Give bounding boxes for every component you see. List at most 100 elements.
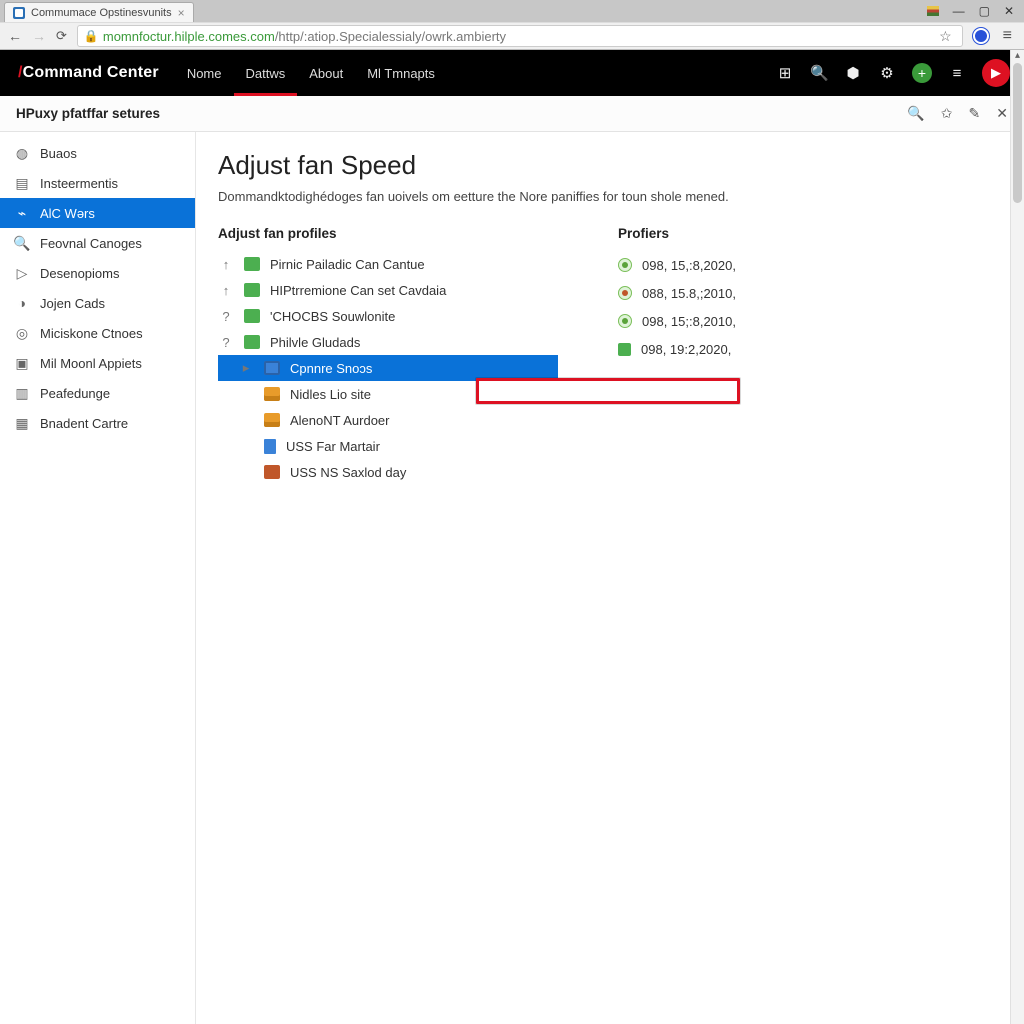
- lock-icon: 🔒: [84, 29, 99, 43]
- profile-row[interactable]: ? 'CHOCBS Souwlonite: [218, 303, 558, 329]
- sidebar-item[interactable]: ▤Insteermentis: [0, 168, 195, 198]
- search-icon[interactable]: 🔍: [810, 64, 828, 82]
- profile-label: 'CHOCBS Souwlonite: [270, 309, 395, 324]
- gear-icon[interactable]: ⚙: [878, 64, 896, 82]
- bookmark-star-icon[interactable]: ☆: [935, 28, 956, 45]
- status-dot-icon: [618, 314, 632, 328]
- grid-icon[interactable]: ⊞: [776, 64, 794, 82]
- status-value: 098, 15;:8,2010,: [642, 314, 736, 329]
- sidebar-item[interactable]: ▷Desenopioms: [0, 258, 195, 288]
- status-square-icon: [618, 343, 631, 356]
- waves-icon: ⌁: [14, 205, 30, 221]
- folder-icon: [264, 465, 280, 479]
- toolbar-edit-icon[interactable]: ✎: [969, 105, 981, 122]
- page-description: Dommandktodighédoges fan uoivels om eett…: [218, 189, 996, 204]
- instruments-icon: ▤: [14, 175, 30, 191]
- status-row: 098, 15,:8,2020,: [618, 251, 996, 279]
- status-value: 098, 19:2,2020,: [641, 342, 731, 357]
- sidebar-item-label: Desenopioms: [40, 266, 120, 281]
- status-value: 098, 15,:8,2020,: [642, 258, 736, 273]
- sidebar-item[interactable]: ◑ Jojen Cads: [0, 288, 195, 318]
- profile-row[interactable]: AlenoNT Aurdoer: [218, 407, 558, 433]
- shield-icon[interactable]: ⬢: [844, 64, 862, 82]
- content-area: Adjust fan Speed Dommandktodighédoges fa…: [196, 132, 1024, 1024]
- sidebar-item[interactable]: ▣ Mil Moonl Appiets: [0, 348, 195, 378]
- hamburger-menu-icon[interactable]: ≡: [948, 65, 966, 82]
- reload-button[interactable]: ⟳: [56, 28, 67, 44]
- row-lead-icon: ↑: [218, 257, 234, 272]
- row-lead-icon: ?: [218, 309, 234, 324]
- profile-list: ↑Pirnic Pailadic Can Cantue↑HIPtrremione…: [218, 251, 558, 485]
- top-nav-item[interactable]: Nome: [175, 50, 234, 96]
- toolbar-search-icon[interactable]: 🔍: [907, 105, 924, 122]
- status-value: 088, 15.8,;2010,: [642, 286, 736, 301]
- status-row: 098, 15;:8,2010,: [618, 307, 996, 335]
- browser-tab[interactable]: Commumace Opstinesvunits ×: [4, 2, 194, 22]
- row-lead-icon: ?: [218, 335, 234, 350]
- sidebar-item[interactable]: ▦ Bnadent Cartre: [0, 408, 195, 438]
- top-nav-item[interactable]: About: [297, 50, 355, 96]
- app-body: ◍ Buaos ▤Insteermentis⌁AlC Wərs🔍Feovnal Ca…: [0, 132, 1024, 1024]
- user-avatar[interactable]: ▶: [982, 59, 1010, 87]
- sidebar-item-label: Bnadent Cartre: [40, 416, 128, 431]
- page-heading: Adjust fan Speed: [218, 150, 996, 181]
- window-maximize-button[interactable]: ▢: [979, 4, 990, 18]
- toolbar-close-icon[interactable]: ✕: [996, 105, 1008, 122]
- profile-label: Philvle Gludads: [270, 335, 360, 350]
- sidebar-item-label: Buaos: [40, 146, 77, 161]
- target-icon: ◎: [14, 325, 30, 341]
- toolbar-title: HPuxy pfatffar setures: [16, 106, 160, 121]
- profile-row[interactable]: Nidles Lio site: [218, 381, 558, 407]
- brand-logo[interactable]: /Command Center: [18, 64, 159, 82]
- profile-row[interactable]: USS Far Martair: [218, 433, 558, 459]
- top-nav-item[interactable]: Dattws: [234, 50, 298, 96]
- top-nav-item[interactable]: Ml Tmnapts: [355, 50, 447, 96]
- forward-button[interactable]: →: [32, 28, 46, 44]
- browser-menu-icon[interactable]: ≡: [999, 27, 1016, 45]
- package-icon: ▥: [14, 385, 30, 401]
- tab-close-icon[interactable]: ×: [178, 6, 185, 20]
- profile-row[interactable]: ? Philvle Gludads: [218, 329, 558, 355]
- top-nav: NomeDattwsAboutMl Tmnapts: [175, 50, 447, 96]
- profile-row[interactable]: ↑Pirnic Pailadic Can Cantue: [218, 251, 558, 277]
- profile-label: USS NS Saxlod day: [290, 465, 406, 480]
- app-header: /Command Center NomeDattwsAboutMl Tmnapt…: [0, 50, 1024, 96]
- url-input[interactable]: 🔒 momnfoctur.hilple.comes.com /http/:ati…: [77, 25, 963, 47]
- folder-icon: [244, 283, 260, 297]
- sidebar-item[interactable]: ⌁AlC Wərs: [0, 198, 195, 228]
- profile-row[interactable]: ▸ Cpnnre Snoɔs: [218, 355, 558, 381]
- window-minimize-button[interactable]: —: [953, 4, 965, 18]
- status-dot-icon: [618, 286, 632, 300]
- scrollbar-thumb[interactable]: [1013, 63, 1022, 203]
- locale-flag-icon: [927, 6, 939, 16]
- sidebar: ◍ Buaos ▤Insteermentis⌁AlC Wərs🔍Feovnal Ca…: [0, 132, 196, 1024]
- sidebar-item[interactable]: 🔍Feovnal Canoges: [0, 228, 195, 258]
- dashboard-icon: ◍: [14, 145, 30, 161]
- window-close-button[interactable]: ✕: [1004, 4, 1014, 18]
- sidebar-item-label: Miciskone Ctnoes: [40, 326, 143, 341]
- row-lead-icon: ▸: [238, 360, 254, 376]
- lock-icon: ◑: [14, 295, 30, 311]
- toolbar-star-icon[interactable]: ✩: [941, 105, 953, 122]
- sidebar-item-label: Peafedunge: [40, 386, 110, 401]
- search-icon: 🔍: [14, 235, 30, 251]
- extension-icon[interactable]: [973, 28, 989, 44]
- sidebar-item[interactable]: ◎ Miciskone Ctnoes: [0, 318, 195, 348]
- profile-row[interactable]: USS NS Saxlod day: [218, 459, 558, 485]
- folder-icon: [244, 335, 260, 349]
- center-icon: ▦: [14, 415, 30, 431]
- folder-icon: [264, 361, 280, 375]
- status-dot-icon: [618, 258, 632, 272]
- back-button[interactable]: ←: [8, 28, 22, 44]
- profile-row[interactable]: ↑HIPtrremione Can set Cavdaia: [218, 277, 558, 303]
- url-host: momnfoctur.hilple.comes.com: [103, 29, 275, 44]
- profile-label: Cpnnre Snoɔs: [290, 361, 372, 376]
- profile-label: AlenoNT Aurdoer: [290, 413, 390, 428]
- sidebar-item[interactable]: ▥ Peafedunge: [0, 378, 195, 408]
- add-button[interactable]: +: [912, 63, 932, 83]
- sidebar-item[interactable]: ◍ Buaos: [0, 138, 195, 168]
- apps-icon: ▣: [14, 355, 30, 371]
- page-scrollbar[interactable]: ▴: [1010, 50, 1024, 1024]
- sidebar-item-label: Jojen Cads: [40, 296, 105, 311]
- sidebar-item-label: Mil Moonl Appiets: [40, 356, 142, 371]
